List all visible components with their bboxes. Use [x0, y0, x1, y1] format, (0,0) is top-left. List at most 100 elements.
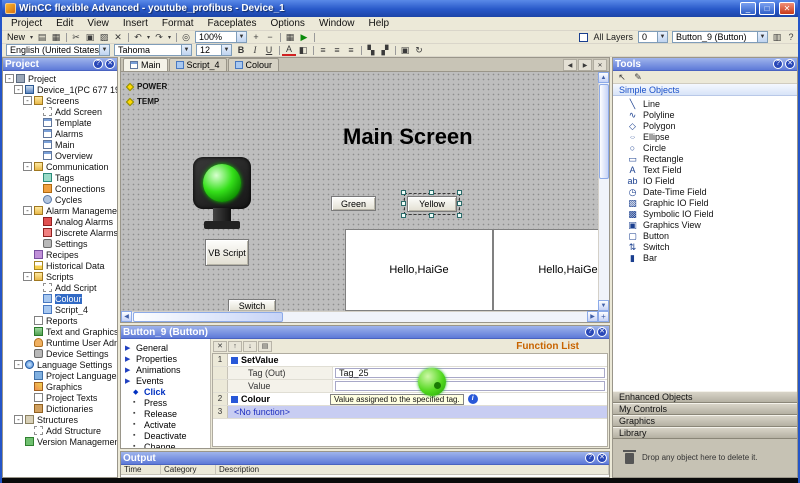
horizontal-scrollbar[interactable]: ◀ ▶: [121, 311, 598, 322]
help-icon[interactable]: ?: [773, 59, 783, 69]
temp-indicator[interactable]: TEMP: [125, 97, 159, 106]
selection-handle[interactable]: [401, 201, 406, 206]
tree-expander[interactable]: [23, 327, 32, 336]
tree-expander[interactable]: [32, 305, 41, 314]
object-select[interactable]: Button_9 (Button) ▼: [672, 31, 768, 43]
find-icon[interactable]: ◎: [179, 31, 193, 43]
tree-expander[interactable]: [32, 140, 41, 149]
minimize-button[interactable]: _: [740, 2, 756, 15]
delete-drop-area[interactable]: Drop any object here to delete it.: [613, 439, 797, 477]
props-nav-deactivate[interactable]: ▪ Deactivate: [121, 430, 210, 441]
tree-expander[interactable]: [23, 261, 32, 270]
save-icon[interactable]: ▦: [49, 31, 63, 43]
close-icon[interactable]: ✕: [597, 453, 607, 463]
tree-expander[interactable]: [32, 217, 41, 226]
power-indicator[interactable]: POWER: [125, 82, 167, 91]
menu-view[interactable]: View: [80, 18, 116, 29]
menu-format[interactable]: Format: [155, 18, 201, 29]
scroll-up-icon[interactable]: ▲: [598, 72, 609, 83]
tree-expander[interactable]: [32, 283, 41, 292]
tree-item-screens[interactable]: - Screens: [3, 95, 117, 106]
tree-expander[interactable]: -: [23, 162, 32, 171]
selection-handle[interactable]: [429, 190, 434, 195]
tab-colour[interactable]: Colour: [227, 58, 280, 71]
column-time[interactable]: Time: [121, 465, 161, 474]
tool-io-field[interactable]: ab IO Field: [613, 175, 797, 186]
tree-item-add-structure[interactable]: Add Structure: [3, 425, 117, 436]
tree-item-dictionaries[interactable]: Dictionaries: [3, 403, 117, 414]
tab-main[interactable]: Main: [123, 58, 168, 71]
tree-expander[interactable]: -: [14, 85, 23, 94]
tree-item-alarms-screen[interactable]: Alarms: [3, 128, 117, 139]
tree-expander[interactable]: [23, 349, 32, 358]
screen-canvas[interactable]: POWER TEMP Main Screen Green Yellow VB S…: [121, 72, 598, 311]
fill-color-button[interactable]: ◧: [296, 44, 310, 56]
function-table-icon[interactable]: ▤: [258, 340, 272, 352]
select-cursor-icon[interactable]: ↖: [615, 71, 629, 83]
tree-expander[interactable]: [23, 393, 32, 402]
close-button[interactable]: ✕: [779, 2, 795, 15]
zoom-out-icon[interactable]: −: [263, 31, 277, 43]
function-move-up-icon[interactable]: ↑: [228, 340, 242, 352]
context-help-icon[interactable]: ?: [784, 31, 798, 43]
tree-expander[interactable]: [23, 338, 32, 347]
tree-expander[interactable]: [32, 151, 41, 160]
help-icon[interactable]: ?: [93, 59, 103, 69]
section-graphics[interactable]: Graphics: [613, 415, 797, 427]
tree-item-language-settings[interactable]: - Language Settings: [3, 359, 117, 370]
tree-item-recipes[interactable]: Recipes: [3, 249, 117, 260]
tree-item-runtime-user-admin[interactable]: Runtime User Administration: [3, 337, 117, 348]
tree-item-text-graphics-lists[interactable]: Text and Graphics Lists: [3, 326, 117, 337]
tree-item-discrete-alarms[interactable]: Discrete Alarms: [3, 227, 117, 238]
tree-item-tags[interactable]: Tags: [3, 172, 117, 183]
layer-select[interactable]: 0 ▼: [638, 31, 668, 43]
tree-item-device-settings[interactable]: Device Settings: [3, 348, 117, 359]
font-color-button[interactable]: A: [282, 44, 296, 56]
edit-mode-icon[interactable]: ✎: [631, 71, 645, 83]
tree-item-analog-alarms[interactable]: Analog Alarms: [3, 216, 117, 227]
props-nav-change[interactable]: ▪ Change: [121, 441, 210, 449]
tree-expander[interactable]: [32, 228, 41, 237]
tree-expander[interactable]: -: [5, 74, 14, 83]
tree-item-script-4[interactable]: Script_4: [3, 304, 117, 315]
align-center-button[interactable]: ≡: [330, 44, 344, 56]
close-icon[interactable]: ✕: [785, 59, 795, 69]
function-row[interactable]: 2 Colour Value assigned to the specified…: [213, 393, 607, 406]
tree-item-add-screen[interactable]: Add Screen: [3, 106, 117, 117]
hello-panel-1[interactable]: Hello,HaiGe: [345, 229, 493, 311]
tree-item-reports[interactable]: Reports: [3, 315, 117, 326]
simple-objects-header[interactable]: Simple Objects: [613, 84, 797, 96]
props-nav-activate[interactable]: ▪ Activate: [121, 419, 210, 430]
parameter-value-field[interactable]: [335, 381, 605, 391]
underline-button[interactable]: U: [262, 44, 276, 56]
tree-item-communication[interactable]: - Communication: [3, 161, 117, 172]
all-layers-checkbox[interactable]: [579, 32, 589, 42]
tree-expander[interactable]: [23, 316, 32, 325]
undo-caret-icon[interactable]: ▾: [145, 31, 152, 43]
parameter-row[interactable]: Tag (Out) Tag_25: [213, 367, 607, 380]
selection-handle[interactable]: [457, 213, 462, 218]
zoom-select[interactable]: 100% ▼: [195, 31, 248, 43]
tool-switch[interactable]: ⇅ Switch: [613, 241, 797, 252]
close-icon[interactable]: ✕: [105, 59, 115, 69]
tool-bar[interactable]: ▮ Bar: [613, 252, 797, 263]
menu-project[interactable]: Project: [4, 18, 49, 29]
parameter-row[interactable]: Value: [213, 380, 607, 393]
tree-expander[interactable]: -: [23, 96, 32, 105]
tree-expander[interactable]: [32, 129, 41, 138]
tree-item-connections[interactable]: Connections: [3, 183, 117, 194]
tool-date-time-field[interactable]: ◷ Date-Time Field: [613, 186, 797, 197]
vertical-scrollbar[interactable]: ▲ ▼: [598, 72, 609, 311]
scroll-down-icon[interactable]: ▼: [598, 300, 609, 311]
tree-item-alarm-management[interactable]: - Alarm Management: [3, 205, 117, 216]
selection-handle[interactable]: [457, 190, 462, 195]
tree-item-cycles[interactable]: Cycles: [3, 194, 117, 205]
scroll-right-icon[interactable]: ▶: [587, 311, 598, 322]
props-nav-release[interactable]: ▪ Release: [121, 408, 210, 419]
tree-expander[interactable]: [23, 250, 32, 259]
tree-expander[interactable]: [32, 294, 41, 303]
redo-caret-icon[interactable]: ▾: [166, 31, 173, 43]
vb-script-button[interactable]: VB Script: [205, 239, 249, 266]
undo-icon[interactable]: ↶: [131, 31, 145, 43]
pan-button[interactable]: +: [598, 311, 609, 322]
